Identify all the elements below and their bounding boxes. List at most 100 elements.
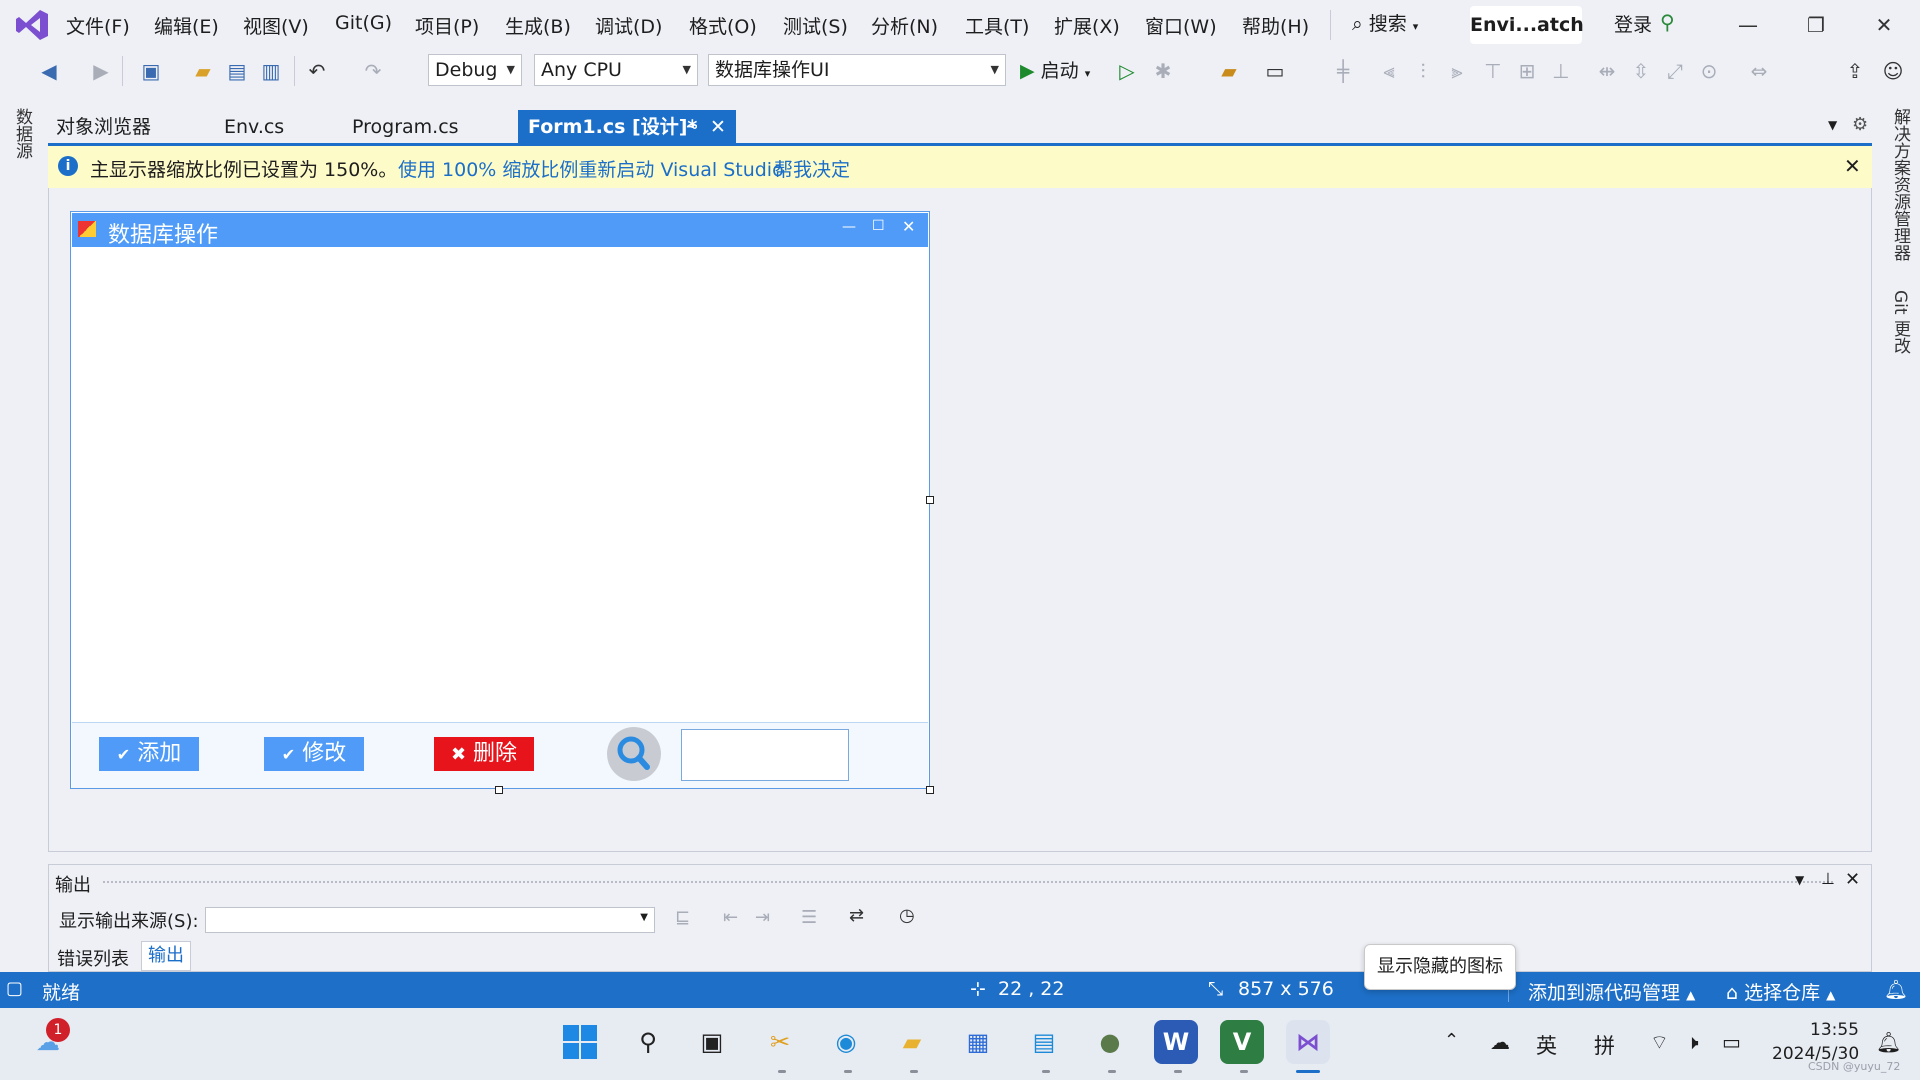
- menu-git[interactable]: Git(G): [335, 12, 392, 34]
- tab-object-browser[interactable]: 对象浏览器: [56, 110, 151, 144]
- share-icon[interactable]: ⇪: [1842, 58, 1868, 84]
- align-left-icon[interactable]: ⫷: [1376, 58, 1402, 84]
- menu-project[interactable]: 项目(P): [415, 12, 479, 39]
- tab-form1-design[interactable]: Form1.cs [设计]* ⊸ ✕: [518, 110, 736, 144]
- start-debugging-button[interactable]: ▶ 启动 ▾: [1020, 56, 1090, 89]
- align-top-icon[interactable]: ⊤: [1480, 58, 1506, 84]
- onedrive-icon[interactable]: ☁: [1490, 1030, 1510, 1054]
- help-me-decide-link[interactable]: 帮我决定: [774, 155, 850, 182]
- word-icon[interactable]: W: [1154, 1020, 1198, 1064]
- configuration-select[interactable]: Debug ▼: [428, 54, 522, 86]
- word-wrap-icon[interactable]: ⇄: [849, 905, 864, 926]
- menu-help[interactable]: 帮助(H): [1242, 12, 1309, 39]
- pin-icon[interactable]: ⊥: [1821, 869, 1835, 888]
- back-icon[interactable]: ◀: [36, 58, 62, 84]
- start-without-debugging-icon[interactable]: ▷: [1114, 58, 1140, 84]
- menu-file[interactable]: 文件(F): [66, 12, 130, 39]
- startup-project-select[interactable]: 数据库操作UI ▼: [708, 54, 1006, 86]
- align-middle-icon[interactable]: ⊞: [1514, 58, 1540, 84]
- tab-list-dropdown-icon[interactable]: ▼: [1828, 118, 1837, 132]
- hot-reload-icon[interactable]: ✱: [1150, 58, 1176, 84]
- pane-dropdown-icon[interactable]: ▼: [1795, 873, 1804, 887]
- wifi-icon[interactable]: ⌔: [1650, 1030, 1669, 1055]
- minimize-button[interactable]: —: [1718, 8, 1778, 42]
- align-center-icon[interactable]: ⫶: [1410, 58, 1436, 84]
- microsoft-store-icon[interactable]: ▦: [956, 1020, 1000, 1064]
- visual-studio-taskbar-icon[interactable]: ⋈: [1286, 1020, 1330, 1064]
- size-to-grid-icon[interactable]: ⤢: [1662, 58, 1688, 84]
- restore-button[interactable]: ❐: [1786, 8, 1846, 42]
- next-message-icon[interactable]: ⇥: [755, 907, 770, 928]
- spacing-icon[interactable]: ⇔: [1746, 58, 1772, 84]
- menu-tools[interactable]: 工具(T): [965, 12, 1029, 39]
- align-bottom-icon[interactable]: ⊥: [1548, 58, 1574, 84]
- data-sources-tab[interactable]: 数据源: [10, 108, 35, 159]
- git-changes-tab[interactable]: Git 更改: [1888, 290, 1913, 354]
- save-all-icon[interactable]: ▥: [258, 58, 284, 84]
- solution-explorer-tab[interactable]: 解决方案资源管理器: [1888, 108, 1913, 261]
- login-link[interactable]: 登录: [1614, 10, 1652, 37]
- photo-app-icon[interactable]: ●: [1088, 1020, 1132, 1064]
- pin-icon[interactable]: ⊸: [686, 110, 698, 144]
- close-infobar-icon[interactable]: ✕: [1844, 154, 1861, 178]
- close-window-button[interactable]: ✕: [1854, 8, 1914, 42]
- edit-button[interactable]: ✔ 修改: [264, 737, 364, 771]
- menu-extensions[interactable]: 扩展(X): [1054, 12, 1120, 39]
- search-button[interactable]: [607, 727, 661, 781]
- timestamp-icon[interactable]: ◷: [899, 905, 915, 926]
- search-input[interactable]: [681, 729, 849, 781]
- settings-gear-icon[interactable]: ⚙: [1852, 114, 1868, 135]
- open-folder-icon[interactable]: ▰: [190, 58, 216, 84]
- search-button[interactable]: ⌕ 搜索 ▾: [1352, 9, 1418, 36]
- menu-test[interactable]: 测试(S): [783, 12, 848, 39]
- volume-muted-icon[interactable]: 🕨︎: [1686, 1030, 1699, 1054]
- tab-program-cs[interactable]: Program.cs: [352, 110, 459, 144]
- menu-edit[interactable]: 编辑(E): [154, 12, 219, 39]
- output-source-select[interactable]: ▼: [205, 907, 655, 933]
- clock-time[interactable]: 13:55: [1810, 1020, 1859, 1040]
- vs-blend-icon[interactable]: V: [1220, 1020, 1264, 1064]
- form1-preview[interactable]: [70, 211, 930, 789]
- redo-icon[interactable]: ↷: [360, 58, 386, 84]
- save-icon[interactable]: ▤: [224, 58, 250, 84]
- snipping-tool-icon[interactable]: ✂: [758, 1020, 802, 1064]
- close-pane-icon[interactable]: ✕: [1845, 869, 1860, 890]
- form-minimize-icon[interactable]: —: [842, 219, 856, 235]
- platform-select[interactable]: Any CPU ▼: [534, 54, 698, 86]
- new-project-icon[interactable]: ▣: [138, 58, 164, 84]
- notepad-icon[interactable]: ▤: [1022, 1020, 1066, 1064]
- tab-error-list[interactable]: 错误列表: [57, 945, 129, 971]
- edge-browser-icon[interactable]: ◉: [824, 1020, 868, 1064]
- zoom-icon[interactable]: ⊙: [1696, 58, 1722, 84]
- browse-folder-icon[interactable]: ▰: [1216, 58, 1242, 84]
- taskbar-search-icon[interactable]: ⚲: [626, 1020, 670, 1064]
- same-width-icon[interactable]: ⇹: [1594, 58, 1620, 84]
- restart-at-100-link[interactable]: 使用 100% 缩放比例重新启动 Visual Studio: [398, 155, 784, 182]
- task-view-icon[interactable]: ▣: [690, 1020, 734, 1064]
- add-to-source-control[interactable]: 添加到源代码管理 ▲: [1528, 978, 1695, 1005]
- clear-all-icon[interactable]: ☰: [801, 907, 817, 928]
- align-right-icon[interactable]: ⫸: [1444, 58, 1470, 84]
- ime-language[interactable]: 英: [1536, 1030, 1557, 1060]
- menu-window[interactable]: 窗口(W): [1145, 12, 1217, 39]
- start-button-icon[interactable]: [558, 1020, 602, 1064]
- add-button[interactable]: ✔ 添加: [99, 737, 199, 771]
- tab-env-cs[interactable]: Env.cs: [224, 110, 284, 144]
- resize-handle-right[interactable]: [926, 496, 934, 504]
- show-hidden-icons-chevron-icon[interactable]: ⌃: [1444, 1030, 1459, 1051]
- ime-mode[interactable]: 拼: [1594, 1030, 1615, 1060]
- same-height-icon[interactable]: ⇳: [1628, 58, 1654, 84]
- menu-format[interactable]: 格式(O): [689, 12, 757, 39]
- find-message-icon[interactable]: ⊑: [675, 907, 690, 928]
- tab-output[interactable]: 输出: [141, 941, 191, 971]
- forward-icon[interactable]: ▶: [88, 58, 114, 84]
- menu-debug[interactable]: 调试(D): [595, 12, 662, 39]
- prev-message-icon[interactable]: ⇤: [723, 907, 738, 928]
- delete-button[interactable]: ✖ 删除: [434, 737, 534, 771]
- align-grid-icon[interactable]: ╪: [1330, 58, 1356, 84]
- battery-icon[interactable]: ▭: [1722, 1030, 1741, 1054]
- notification-center-icon[interactable]: 🔔︎: [1876, 1030, 1901, 1054]
- form-close-icon[interactable]: ✕: [902, 217, 915, 236]
- notifications-bell-icon[interactable]: 🔔︎: [1884, 978, 1908, 1001]
- close-tab-icon[interactable]: ✕: [710, 110, 726, 144]
